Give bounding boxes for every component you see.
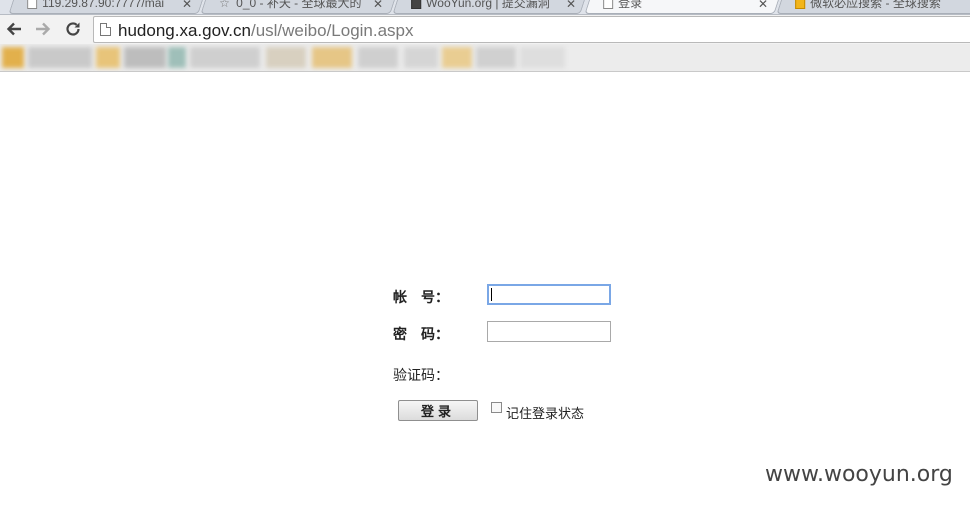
bookmark-item[interactable] xyxy=(442,47,472,68)
password-input[interactable] xyxy=(487,321,611,342)
remember-checkbox[interactable] xyxy=(491,402,502,413)
text-caret xyxy=(491,288,492,301)
wooyun-icon xyxy=(411,0,422,9)
bookmark-item[interactable] xyxy=(2,47,24,68)
bookmark-item[interactable] xyxy=(96,47,120,68)
tab-title: 119.29.87.90:7777/mai xyxy=(42,0,165,10)
reload-button[interactable] xyxy=(62,18,84,40)
address-bar[interactable]: hudong.xa.gov.cn/usl/weibo/Login.aspx xyxy=(93,16,970,43)
bookmark-item[interactable] xyxy=(28,47,92,68)
close-icon[interactable]: ✕ xyxy=(182,0,192,11)
tab-strip: 119.29.87.90:7777/mai ☆ 0_0 - 补天 - 全球最大的 … xyxy=(0,0,970,15)
back-button[interactable] xyxy=(3,18,25,40)
bookmark-item[interactable] xyxy=(168,47,186,68)
bookmark-item[interactable] xyxy=(124,47,166,68)
page-icon xyxy=(100,23,111,36)
bookmark-item[interactable] xyxy=(476,47,516,68)
bookmark-item[interactable] xyxy=(404,47,438,68)
page-icon xyxy=(603,0,614,9)
close-icon[interactable]: ✕ xyxy=(566,0,576,11)
back-arrow-icon xyxy=(6,22,21,36)
tab-3[interactable]: WooYun.org | 提交漏洞 xyxy=(392,0,588,14)
star-icon: ☆ xyxy=(219,0,230,10)
account-input[interactable] xyxy=(487,284,611,305)
tab-title: 登录 xyxy=(618,0,643,10)
watermark: www.wooyun.org xyxy=(765,462,953,487)
url-text: hudong.xa.gov.cn/usl/weibo/Login.aspx xyxy=(118,21,414,41)
bookmark-item[interactable] xyxy=(190,47,260,68)
forward-arrow-icon xyxy=(36,22,51,36)
tab-title: WooYun.org | 提交漏洞 xyxy=(426,0,550,10)
forward-button[interactable] xyxy=(32,18,54,40)
bookmark-item[interactable] xyxy=(266,47,306,68)
tab-4[interactable]: 登录 xyxy=(584,0,782,14)
tab-1[interactable]: 119.29.87.90:7777/mai xyxy=(8,0,206,14)
tab-2[interactable]: ☆ 0_0 - 补天 - 全球最大的 xyxy=(200,0,398,14)
captcha-label: 验证码： xyxy=(393,368,449,384)
tab-title: 微软必应搜索 - 全球搜索 xyxy=(810,0,941,10)
account-label: 帐 号： xyxy=(393,290,449,306)
bookmarks-bar xyxy=(0,44,970,72)
login-button[interactable]: 登录 xyxy=(398,400,478,421)
password-label: 密 码： xyxy=(393,327,449,343)
tab-5[interactable]: 微软必应搜索 - 全球搜索 xyxy=(776,0,970,14)
bookmark-item[interactable] xyxy=(312,47,352,68)
close-icon[interactable]: ✕ xyxy=(373,0,383,11)
tab-title: 0_0 - 补天 - 全球最大的 xyxy=(236,0,362,10)
bookmark-item[interactable] xyxy=(358,47,398,68)
remember-label: 记住登录状态 xyxy=(506,407,585,422)
close-icon[interactable]: ✕ xyxy=(758,0,768,11)
bookmark-item[interactable] xyxy=(520,47,565,68)
bing-icon xyxy=(795,0,806,9)
url-host: hudong.xa.gov.cn xyxy=(118,21,251,40)
url-path: /usl/weibo/Login.aspx xyxy=(250,21,414,40)
reload-icon xyxy=(66,22,80,36)
page-icon xyxy=(27,0,38,9)
